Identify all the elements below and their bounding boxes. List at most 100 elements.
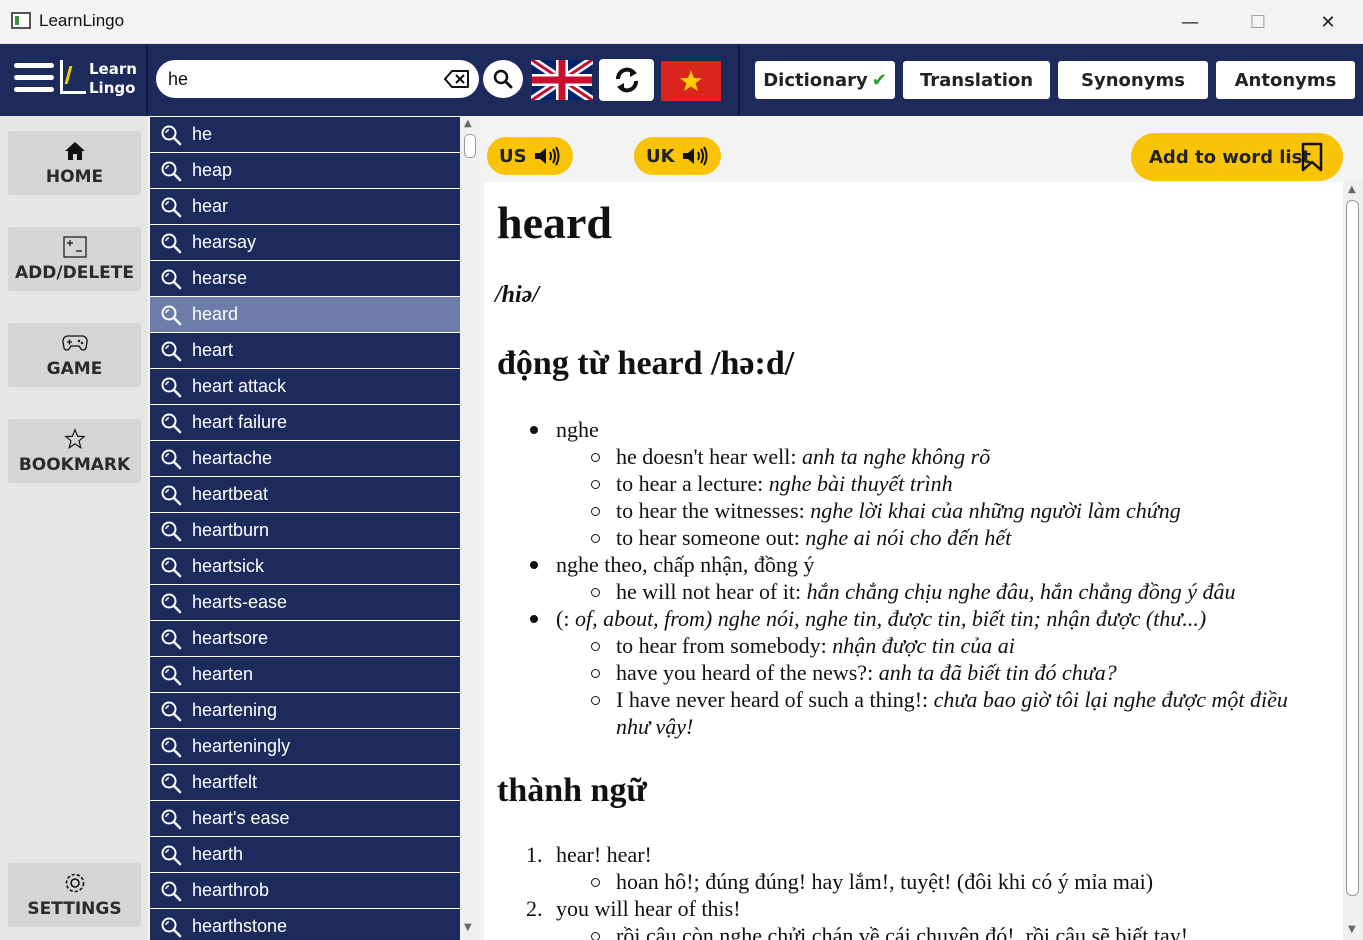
word-list-item[interactable]: heartbeat (150, 477, 460, 512)
search-icon (150, 556, 192, 578)
example-bullet (591, 453, 600, 462)
add-delete-icon (62, 235, 87, 259)
scroll-up-arrow-icon[interactable]: ▲ (1348, 184, 1356, 195)
uk-label: UK (646, 145, 675, 167)
idiom-number: 1. (526, 842, 543, 867)
bookmark-icon (1301, 142, 1323, 172)
word-list-item[interactable]: hearthstone (150, 909, 460, 940)
search-icon (150, 484, 192, 506)
search-icon (150, 448, 192, 470)
word-list-item-label: hearten (192, 664, 254, 684)
word-list-item[interactable]: heartsick (150, 549, 460, 584)
scroll-down-arrow-icon[interactable]: ▼ (464, 922, 472, 933)
sidebar-item-game[interactable]: GAME (8, 323, 141, 387)
sense-bullet (530, 615, 538, 623)
sense-3: (: of, about, from) nghe nói, nghe tin, … (556, 606, 1207, 631)
app-logo: Learn Lingo (60, 58, 137, 100)
word-list-item[interactable]: heartache (150, 441, 460, 476)
word-list-item[interactable]: heart failure (150, 405, 460, 440)
scroll-down-arrow-icon[interactable]: ▼ (1348, 924, 1356, 935)
vietnam-flag-icon[interactable] (661, 61, 721, 101)
speaker-icon (681, 145, 709, 167)
word-list-item-label: heart attack (192, 376, 287, 396)
word-list-item[interactable]: heap (150, 153, 460, 188)
word-list-item-label: heartburn (192, 520, 270, 540)
uk-pronunciation-button[interactable]: UK (634, 137, 721, 175)
search-icon (150, 772, 192, 794)
tab-antonyms[interactable]: Antonyms (1216, 61, 1355, 99)
sidebar-item-settings[interactable]: SETTINGS (8, 863, 141, 927)
example-bullet (591, 932, 600, 940)
search-icon (150, 376, 192, 398)
word-list-item[interactable]: heartsore (150, 621, 460, 656)
search-icon (150, 412, 192, 434)
word-list-item[interactable]: heard (150, 297, 460, 332)
word-list-item-label: heartache (192, 448, 273, 468)
sense-bullet (530, 426, 538, 434)
example-bullet (591, 480, 600, 489)
word-list-item[interactable]: hearsay (150, 225, 460, 260)
sidebar-item-label: BOOKMARK (18, 455, 131, 475)
search-icon (150, 736, 192, 758)
clear-search-icon[interactable] (444, 69, 470, 89)
word-list-item[interactable]: heartburn (150, 513, 460, 548)
search-button[interactable] (483, 60, 523, 98)
word-list-item[interactable]: hearse (150, 261, 460, 296)
maximize-button[interactable]: ☐ (1238, 6, 1278, 38)
search-icon (150, 880, 192, 902)
speaker-icon (533, 145, 561, 167)
us-pronunciation-button[interactable]: US (487, 137, 573, 175)
add-to-word-list-label: Add to word list (1149, 146, 1311, 168)
word-list-item-label: heart (192, 340, 234, 360)
word-list-item[interactable]: hearth (150, 837, 460, 872)
scroll-up-arrow-icon[interactable]: ▲ (464, 118, 472, 129)
example-line: he doesn't hear well: anh ta nghe không … (616, 444, 991, 469)
sidebar-item-bookmark[interactable]: BOOKMARK (8, 419, 141, 483)
word-list-item[interactable]: he (150, 117, 460, 152)
search-icon (150, 844, 192, 866)
sidebar-item-label: GAME (46, 359, 103, 379)
word-list-item[interactable]: hearteningly (150, 729, 460, 764)
word-list-item[interactable]: heart attack (150, 369, 460, 404)
tab-dictionary[interactable]: Dictionary ✔ (755, 61, 895, 99)
word-list-scrollbar[interactable]: ▲ ▼ (460, 116, 480, 940)
search-icon (150, 916, 192, 938)
swap-language-button[interactable] (599, 59, 654, 101)
word-list-item[interactable]: heart's ease (150, 801, 460, 836)
word-list-item-label: hearse (192, 268, 248, 288)
search-input[interactable] (168, 67, 438, 91)
word-list-item-label: heartening (192, 700, 278, 720)
close-button[interactable]: ✕ (1308, 6, 1348, 38)
tab-translation[interactable]: Translation (903, 61, 1050, 99)
word-list-item-label: hearth (192, 844, 244, 864)
scroll-thumb[interactable] (1346, 200, 1359, 896)
word-list-item[interactable]: hear (150, 189, 460, 224)
example-bullet (591, 507, 600, 516)
definition-panel: heard /hiə/ động từ heard /hə:d/ nghe he… (484, 182, 1343, 940)
check-icon: ✔ (871, 69, 887, 91)
sidebar-item-home[interactable]: HOME (8, 131, 141, 195)
sense-2: nghe theo, chấp nhận, đồng ý (556, 552, 815, 577)
word-list-item-label: hearts-ease (192, 592, 288, 612)
tab-translation-label: Translation (919, 69, 1034, 91)
word-list-item[interactable]: hearthrob (150, 873, 460, 908)
minimize-button[interactable]: — (1170, 6, 1210, 38)
example-line: I have never heard of such a thing!: chư… (616, 687, 1288, 712)
word-list-item-label: hearthrob (192, 880, 270, 900)
header-bar: Learn Lingo Dic (0, 44, 1363, 116)
uk-flag-icon[interactable] (531, 60, 593, 100)
sidebar-item-add-delete[interactable]: ADD/DELETE (8, 227, 141, 291)
word-list-item[interactable]: hearts-ease (150, 585, 460, 620)
word-list-item[interactable]: hearten (150, 657, 460, 692)
word-list-item[interactable]: heartfelt (150, 765, 460, 800)
idiom-1: hear! hear! (556, 842, 652, 867)
sense-bullet (530, 561, 538, 569)
word-list-item[interactable]: heartening (150, 693, 460, 728)
scroll-thumb[interactable] (464, 134, 476, 158)
definition-scrollbar[interactable]: ▲ ▼ (1343, 182, 1363, 940)
tab-synonyms[interactable]: Synonyms (1058, 61, 1208, 99)
part-of-speech-heading: động từ heard /hə:d/ (497, 345, 795, 382)
word-list-item[interactable]: heart (150, 333, 460, 368)
menu-icon[interactable] (14, 63, 54, 93)
add-to-word-list-button[interactable]: Add to word list (1131, 133, 1343, 181)
